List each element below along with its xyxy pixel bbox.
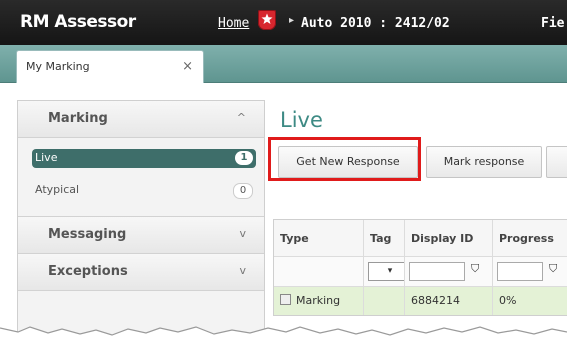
filter-cell-type	[274, 257, 364, 287]
column-header-tag[interactable]: Tag	[364, 220, 405, 257]
close-icon[interactable]: ×	[182, 59, 193, 74]
sidebar-section-exceptions[interactable]: Exceptions v	[18, 254, 264, 291]
responses-table: Type Tag Display ID Progress ▾ ⛉ ⛉ Marki…	[273, 219, 567, 316]
star-icon	[261, 13, 273, 24]
section-title: Messaging	[48, 227, 127, 242]
toolbar-button-more[interactable]	[546, 146, 567, 178]
chevron-down-icon: v	[239, 227, 246, 240]
table-cell-display-id[interactable]: 6884214	[405, 287, 493, 315]
filter-funnel-icon[interactable]: ⛉	[549, 262, 557, 276]
table-cell-progress[interactable]: 0%	[493, 287, 567, 315]
top-bar: RM Assessor Home ▸ Auto 2010 : 2412/02 F…	[0, 0, 567, 46]
sidebar: Marking ^ Live 1 Atypical 0 Messaging v …	[17, 100, 265, 342]
tag-filter-dropdown[interactable]: ▾	[368, 262, 404, 281]
sidebar-item-live[interactable]: Live 1	[32, 149, 256, 168]
progress-filter-input[interactable]	[497, 262, 543, 281]
breadcrumb-next[interactable]: Fie	[541, 16, 564, 31]
tab-strip: My Marking ×	[0, 45, 567, 83]
tab-my-marking[interactable]: My Marking ×	[16, 50, 204, 83]
chevron-up-icon: ^	[236, 111, 246, 124]
table-cell-tag[interactable]	[364, 287, 405, 315]
sidebar-item-label: Live	[35, 151, 58, 164]
table-cell-type[interactable]: Marking	[274, 287, 364, 315]
filter-cell-progress: ⛉	[493, 257, 567, 287]
filter-cell-tag: ▾	[364, 257, 405, 287]
cell-text: Marking	[296, 294, 341, 307]
section-title: Exceptions	[48, 264, 128, 279]
column-header-progress[interactable]: Progress	[493, 220, 567, 257]
app-window: RM Assessor Home ▸ Auto 2010 : 2412/02 F…	[0, 0, 567, 342]
display-id-filter-input[interactable]	[409, 262, 465, 281]
torn-edge-decoration	[0, 326, 567, 342]
column-header-type[interactable]: Type	[274, 220, 364, 257]
get-new-response-button[interactable]: Get New Response	[278, 146, 418, 178]
sidebar-item-atypical[interactable]: Atypical 0	[32, 181, 256, 200]
filter-cell-display-id: ⛉	[405, 257, 493, 287]
page-title: Live	[280, 108, 323, 132]
home-link[interactable]: Home	[218, 16, 249, 31]
mark-response-button[interactable]: Mark response	[426, 146, 542, 178]
sidebar-item-label: Atypical	[35, 183, 80, 196]
filter-funnel-icon[interactable]: ⛉	[471, 262, 479, 276]
sidebar-section-messaging[interactable]: Messaging v	[18, 216, 264, 254]
app-logo: RM Assessor	[20, 12, 136, 32]
tab-label: My Marking	[26, 60, 90, 73]
home-star-icon[interactable]	[258, 10, 276, 30]
breadcrumb-current[interactable]: Auto 2010 : 2412/02	[301, 16, 450, 31]
column-header-display-id[interactable]: Display ID	[405, 220, 493, 257]
sidebar-section-marking[interactable]: Marking ^	[18, 101, 264, 138]
breadcrumb-separator-icon: ▸	[289, 15, 295, 26]
count-badge: 0	[233, 183, 253, 199]
response-row-icon	[280, 294, 291, 305]
count-badge: 1	[235, 151, 253, 165]
section-title: Marking	[48, 111, 108, 126]
chevron-down-icon: v	[239, 264, 246, 277]
